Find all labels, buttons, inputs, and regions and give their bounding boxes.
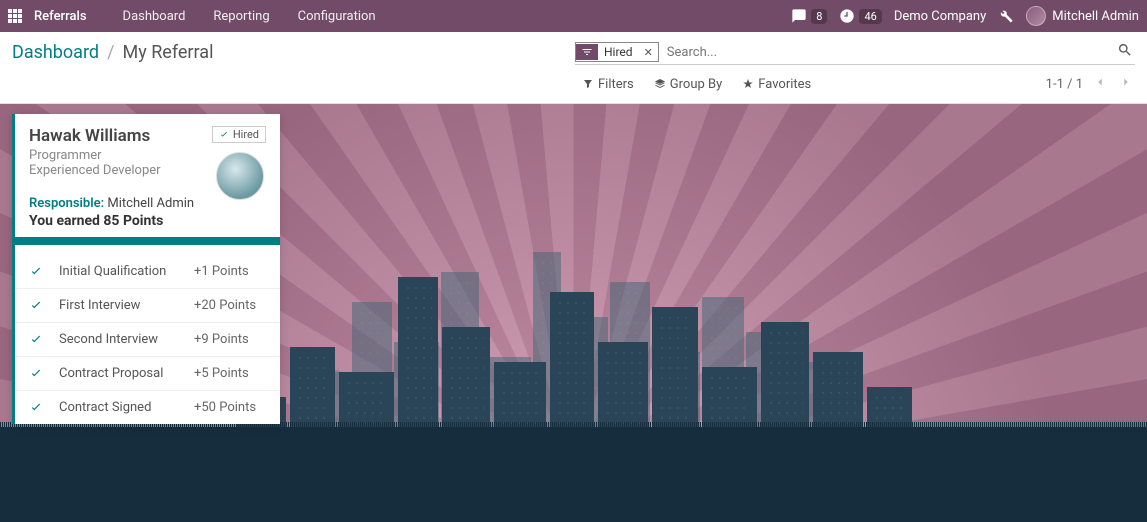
hired-badge-label: Hired xyxy=(233,128,259,141)
stage-points: +20 Points xyxy=(194,298,266,313)
stages-list: Initial Qualification +1 Points First In… xyxy=(15,255,280,424)
chat-icon xyxy=(791,8,807,24)
candidate-avatar-icon xyxy=(216,152,264,200)
stage-points: +5 Points xyxy=(194,366,266,381)
user-menu[interactable]: Mitchell Admin xyxy=(1026,6,1139,26)
clock-icon xyxy=(839,8,855,24)
filter-chip-hired: Hired ✕ xyxy=(575,42,659,62)
breadcrumb-separator: / xyxy=(107,42,114,63)
user-name: Mitchell Admin xyxy=(1052,9,1139,24)
stage-row: Initial Qualification +1 Points xyxy=(15,255,280,289)
funnel-icon xyxy=(576,44,598,60)
breadcrumb: Dashboard / My Referral xyxy=(12,42,213,63)
earned-points: You earned 85 Points xyxy=(29,213,266,229)
stage-points: +9 Points xyxy=(194,332,266,347)
stage-points: +1 Points xyxy=(194,264,266,279)
wrench-icon[interactable] xyxy=(998,8,1014,24)
breadcrumb-current: My Referral xyxy=(123,42,214,63)
filter-chip-label: Hired xyxy=(598,43,639,61)
pager-text: 1-1 / 1 xyxy=(1046,77,1083,92)
nav-dashboard[interactable]: Dashboard xyxy=(111,9,198,24)
referral-card[interactable]: Hired Hawak Williams Programmer Experien… xyxy=(12,114,280,424)
timer-count: 46 xyxy=(859,9,881,24)
app-name: Referrals xyxy=(34,9,87,24)
activities-button[interactable]: 46 xyxy=(839,8,881,24)
check-icon xyxy=(29,299,43,313)
layers-icon xyxy=(654,78,666,90)
check-icon xyxy=(219,130,229,140)
group-by-label: Group By xyxy=(670,77,723,92)
chevron-left-icon xyxy=(1093,75,1107,89)
hired-badge: Hired xyxy=(212,126,266,143)
filters-button[interactable]: Filters xyxy=(582,77,634,92)
stage-points: +50 Points xyxy=(194,400,266,415)
apps-icon[interactable] xyxy=(8,9,22,23)
responsible-label: Responsible: xyxy=(29,196,104,211)
stage-row: Contract Proposal +5 Points xyxy=(15,357,280,391)
nav-reporting[interactable]: Reporting xyxy=(201,9,281,24)
search-icon xyxy=(1117,42,1133,58)
search-button[interactable] xyxy=(1115,40,1135,64)
progress-bar xyxy=(15,237,280,245)
topbar-right: 8 46 Demo Company Mitchell Admin xyxy=(791,6,1139,26)
dashboard-canvas: Hired Hawak Williams Programmer Experien… xyxy=(0,104,1147,522)
search-tools: Filters Group By Favorites xyxy=(582,77,811,92)
pager: 1-1 / 1 xyxy=(1046,73,1135,95)
funnel-icon xyxy=(582,78,594,90)
messages-button[interactable]: 8 xyxy=(791,8,827,24)
filters-label: Filters xyxy=(598,77,634,92)
stage-row: Second Interview +9 Points xyxy=(15,323,280,357)
company-name[interactable]: Demo Company xyxy=(894,9,986,24)
chevron-right-icon xyxy=(1119,75,1133,89)
topbar-left: Referrals Dashboard Reporting Configurat… xyxy=(8,9,388,24)
stage-name: First Interview xyxy=(59,298,194,313)
check-icon xyxy=(29,401,43,415)
ground-bg xyxy=(0,427,1147,522)
favorites-button[interactable]: Favorites xyxy=(742,77,811,92)
stage-name: Second Interview xyxy=(59,332,194,347)
check-icon xyxy=(29,333,43,347)
stage-name: Initial Qualification xyxy=(59,264,194,279)
control-bar: Dashboard / My Referral Hired ✕ Filters xyxy=(0,32,1147,104)
star-icon xyxy=(742,78,754,90)
topbar: Referrals Dashboard Reporting Configurat… xyxy=(0,0,1147,32)
favorites-label: Favorites xyxy=(758,77,811,92)
card-header: Hired Hawak Williams Programmer Experien… xyxy=(15,126,280,229)
stage-name: Contract Proposal xyxy=(59,366,194,381)
search-area: Hired ✕ xyxy=(575,40,1135,65)
check-icon xyxy=(29,265,43,279)
stage-row: First Interview +20 Points xyxy=(15,289,280,323)
pager-prev[interactable] xyxy=(1091,73,1109,95)
filter-chip-remove[interactable]: ✕ xyxy=(639,44,658,61)
group-by-button[interactable]: Group By xyxy=(654,77,723,92)
stage-name: Contract Signed xyxy=(59,400,194,415)
breadcrumb-parent[interactable]: Dashboard xyxy=(12,42,99,63)
chat-count: 8 xyxy=(811,9,827,24)
nav-configuration[interactable]: Configuration xyxy=(286,9,388,24)
user-avatar-icon xyxy=(1026,6,1046,26)
pager-next[interactable] xyxy=(1117,73,1135,95)
check-icon xyxy=(29,367,43,381)
search-input[interactable] xyxy=(659,41,1115,64)
stage-row: Contract Signed +50 Points xyxy=(15,391,280,424)
responsible-value: Mitchell Admin xyxy=(107,196,194,211)
